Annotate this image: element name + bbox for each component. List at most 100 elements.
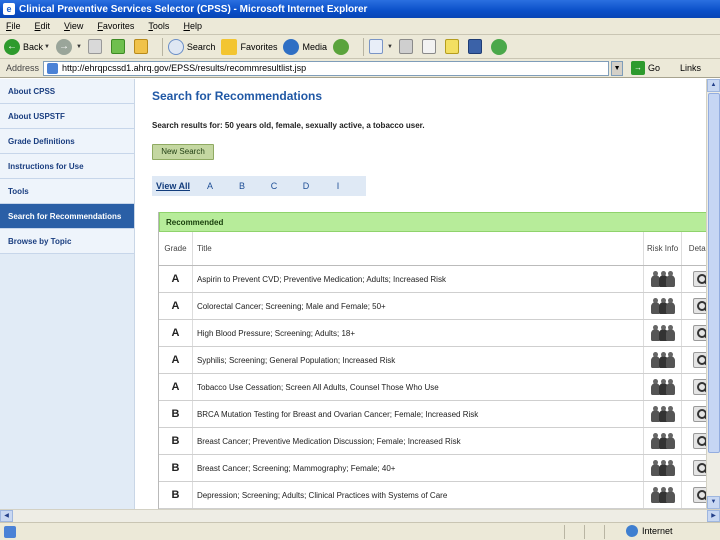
- discuss-button[interactable]: [444, 39, 462, 54]
- menu-favorites[interactable]: Favorites: [97, 21, 134, 31]
- column-header-risk-info: Risk Info: [644, 232, 683, 265]
- sidebar-item-about-cpss[interactable]: About CPSS: [0, 79, 134, 104]
- title-link[interactable]: Breast Cancer; Screening; Mammography; F…: [193, 455, 645, 481]
- sidebar-item-tools[interactable]: Tools: [0, 179, 134, 204]
- risk-info-people-icon[interactable]: [650, 406, 675, 422]
- menu-edit[interactable]: Edit: [35, 21, 51, 31]
- sidebar-item-search-recommendations[interactable]: Search for Recommendations: [0, 204, 134, 229]
- tab-grade-a[interactable]: A: [194, 181, 226, 191]
- risk-info-people-icon[interactable]: [650, 433, 675, 449]
- mail-icon: [368, 39, 383, 54]
- title-link[interactable]: BRCA Mutation Testing for Breast and Ova…: [193, 401, 645, 427]
- search-label: Search: [186, 41, 216, 52]
- title-link[interactable]: Aspirin to Prevent CVD; Preventive Medic…: [193, 266, 645, 292]
- messenger-button[interactable]: [490, 38, 510, 55]
- status-pane: [604, 524, 605, 539]
- go-button[interactable]: → Go: [631, 61, 660, 75]
- forward-button[interactable]: → ▼: [55, 38, 82, 55]
- title-link[interactable]: Depression; Screening; Adults; Clinical …: [193, 482, 645, 508]
- sidebar-item-about-uspstf[interactable]: About USPSTF: [0, 104, 134, 129]
- scrollbar-thumb[interactable]: [708, 93, 720, 453]
- table-row: A Colorectal Cancer; Screening; Male and…: [159, 293, 720, 320]
- sidebar-item-instructions[interactable]: Instructions for Use: [0, 154, 134, 179]
- note-icon: [444, 39, 459, 54]
- risk-info-people-icon[interactable]: [650, 271, 675, 287]
- risk-info-people-icon[interactable]: [650, 298, 675, 314]
- recommendations-table: Recommended Grade Title Risk Info Detail…: [158, 212, 720, 509]
- risk-info-people-icon[interactable]: [650, 352, 675, 368]
- media-label: Media: [302, 41, 327, 52]
- printer-icon: [398, 39, 413, 54]
- edit-button[interactable]: [421, 39, 439, 54]
- security-zone: Internet: [626, 525, 673, 537]
- scroll-left-arrow-icon[interactable]: ◀: [0, 510, 13, 522]
- title-link[interactable]: High Blood Pressure; Screening; Adults; …: [193, 320, 645, 346]
- menu-bar: File Edit View Favorites Tools Help: [0, 18, 720, 35]
- mail-dropdown-icon[interactable]: ▼: [387, 44, 393, 50]
- horizontal-scrollbar[interactable]: ◀ ▶: [0, 509, 720, 522]
- search-icon: [167, 38, 184, 55]
- sidebar-item-grade-definitions[interactable]: Grade Definitions: [0, 129, 134, 154]
- home-button[interactable]: [133, 39, 151, 54]
- table-row: B Breast Cancer; Screening; Mammography;…: [159, 455, 720, 482]
- back-button[interactable]: ← Back ▼: [4, 38, 50, 55]
- home-icon: [133, 39, 148, 54]
- risk-info-people-icon[interactable]: [650, 460, 675, 476]
- address-dropdown-icon[interactable]: ▼: [611, 60, 624, 76]
- tab-grade-b[interactable]: B: [226, 181, 258, 191]
- research-button[interactable]: [467, 39, 485, 54]
- status-bar: Internet: [0, 522, 720, 540]
- back-dropdown-icon[interactable]: ▼: [44, 44, 50, 50]
- media-button[interactable]: Media: [283, 38, 327, 55]
- stop-icon: [87, 39, 102, 54]
- grade-cell: B: [159, 455, 193, 481]
- title-link[interactable]: Colorectal Cancer; Screening; Male and F…: [193, 293, 645, 319]
- menu-help[interactable]: Help: [183, 21, 202, 31]
- tab-grade-d[interactable]: D: [290, 181, 322, 191]
- tab-view-all[interactable]: View All: [152, 181, 194, 191]
- refresh-button[interactable]: [110, 39, 128, 54]
- history-button[interactable]: [332, 38, 352, 55]
- favorites-button[interactable]: Favorites: [221, 38, 278, 55]
- media-icon: [283, 38, 300, 55]
- table-column-headers: Grade Title Risk Info Details: [159, 232, 720, 266]
- menu-view[interactable]: View: [64, 21, 83, 31]
- search-results-summary: Search results for: 50 years old, female…: [152, 121, 425, 130]
- menu-tools[interactable]: Tools: [148, 21, 169, 31]
- tab-grade-c[interactable]: C: [258, 181, 290, 191]
- risk-info-people-icon[interactable]: [650, 379, 675, 395]
- scroll-right-arrow-icon[interactable]: ▶: [707, 510, 720, 522]
- forward-dropdown-icon[interactable]: ▼: [76, 44, 82, 50]
- stop-button[interactable]: [87, 39, 105, 54]
- vertical-scrollbar[interactable]: ▲ ▼: [706, 79, 720, 509]
- scroll-up-arrow-icon[interactable]: ▲: [707, 79, 720, 92]
- sidebar-item-browse-by-topic[interactable]: Browse by Topic: [0, 229, 134, 254]
- table-row: B Depression; Screening; Adults; Clinica…: [159, 482, 720, 509]
- title-link[interactable]: Syphilis; Screening; General Population;…: [193, 347, 645, 373]
- risk-info-people-icon[interactable]: [650, 487, 675, 503]
- favorites-label: Favorites: [240, 41, 278, 52]
- recommended-section-header: Recommended: [159, 212, 720, 232]
- grade-cell: A: [159, 293, 193, 319]
- address-input[interactable]: http://ehrqpcssd1.ahrq.gov/EPSS/results/…: [43, 60, 610, 76]
- edit-page-icon: [421, 39, 436, 54]
- menu-file[interactable]: File: [6, 21, 21, 31]
- print-button[interactable]: [398, 39, 416, 54]
- search-button[interactable]: Search: [167, 38, 216, 55]
- grade-cell: B: [159, 482, 193, 508]
- links-button[interactable]: Links: [680, 63, 701, 73]
- new-search-button[interactable]: New Search: [152, 144, 214, 160]
- back-arrow-icon: ←: [4, 38, 20, 55]
- title-link[interactable]: Tobacco Use Cessation; Screen All Adults…: [193, 374, 645, 400]
- messenger-icon: [490, 38, 507, 55]
- window-title: Clinical Preventive Services Selector (C…: [19, 3, 368, 15]
- scroll-down-arrow-icon[interactable]: ▼: [707, 496, 720, 509]
- title-link[interactable]: Breast Cancer; Preventive Medication Dis…: [193, 428, 645, 454]
- history-icon: [332, 38, 349, 55]
- column-header-grade: Grade: [159, 232, 193, 265]
- tab-grade-i[interactable]: I: [322, 181, 354, 191]
- ie-logo-icon: e: [3, 3, 15, 15]
- mail-button[interactable]: ▼: [368, 39, 393, 54]
- status-pane: [564, 524, 565, 539]
- risk-info-people-icon[interactable]: [650, 325, 675, 341]
